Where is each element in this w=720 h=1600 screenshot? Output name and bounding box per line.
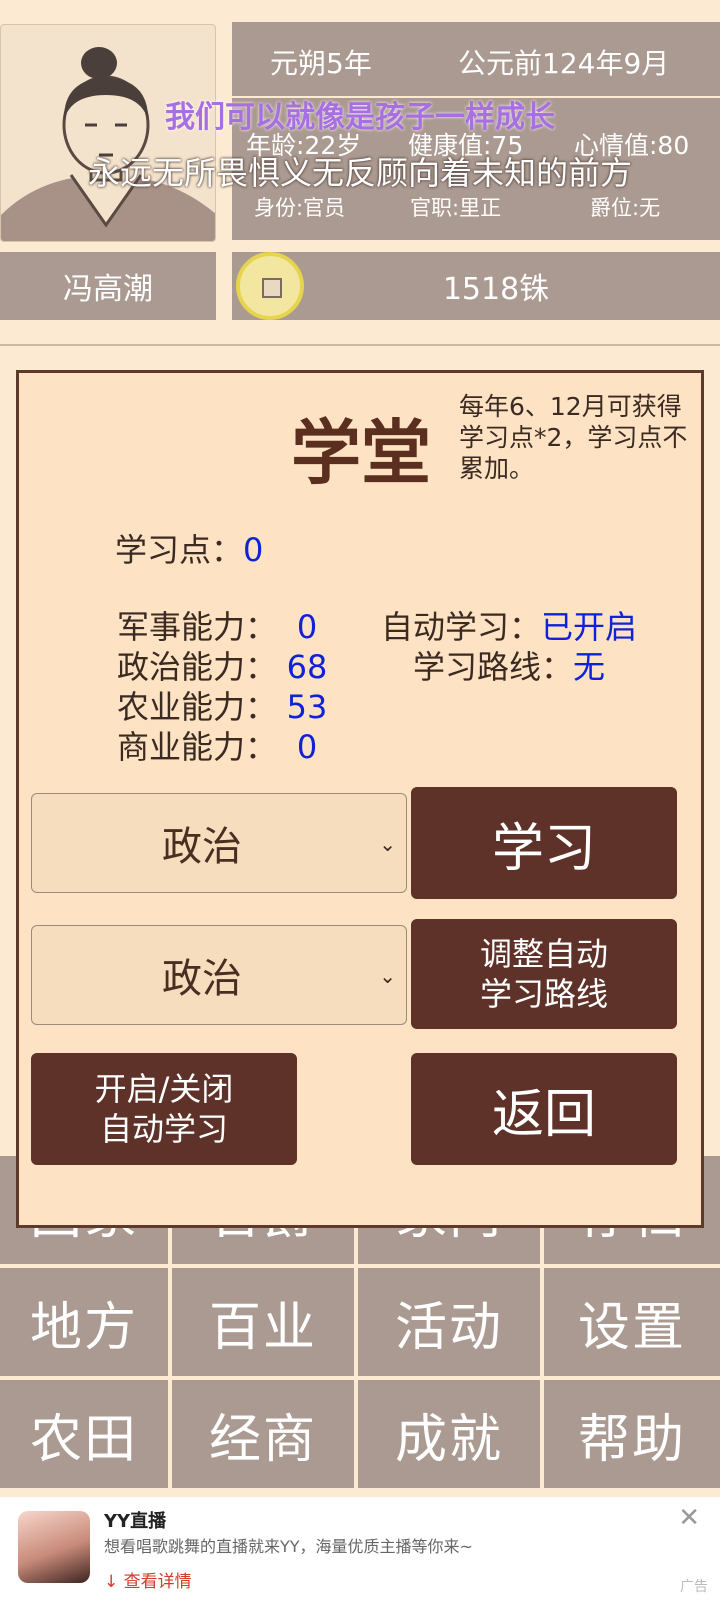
chevron-down-icon: ⌄ bbox=[379, 832, 396, 856]
button-label-line: 自动学习 bbox=[99, 1110, 228, 1148]
lyric-line-2: 永远无所畏惧义无反顾向着未知的前方 bbox=[87, 154, 632, 192]
auto-study-label: 自动学习： bbox=[381, 608, 542, 646]
menu-button[interactable]: 地方 bbox=[0, 1268, 168, 1376]
close-icon[interactable]: ✕ bbox=[678, 1503, 700, 1533]
route-row: 学习路线：无 bbox=[381, 647, 637, 687]
stat-military: 军事能力： 0 bbox=[87, 607, 337, 647]
ad-title: YY直播 bbox=[104, 1511, 167, 1532]
menu-button[interactable]: 农田 bbox=[0, 1380, 168, 1488]
back-button[interactable]: 返回 bbox=[411, 1053, 677, 1165]
stat-label: 农业能力： bbox=[116, 688, 277, 726]
money-text: 1518铢 bbox=[442, 272, 550, 307]
stat-value: 0 bbox=[296, 728, 318, 766]
ad-text: 想看唱歌跳舞的直播就来YY，海量优质主播等你来~ bbox=[104, 1537, 473, 1556]
toggle-auto-study-button[interactable]: 开启/关闭 自动学习 bbox=[31, 1053, 297, 1165]
select-value: 政治 bbox=[162, 956, 242, 1002]
select-value: 政治 bbox=[162, 824, 242, 870]
stat-commerce: 商业能力： 0 bbox=[87, 727, 337, 767]
menu-button-label: 设置 bbox=[577, 1297, 686, 1358]
ad-link-label: 查看详情 bbox=[123, 1572, 192, 1592]
menu-button[interactable]: 百业 bbox=[172, 1268, 354, 1376]
study-points-label: 学习点： bbox=[115, 531, 244, 569]
stat-agriculture: 农业能力： 53 bbox=[87, 687, 337, 727]
date-text: 公元前124年9月 bbox=[458, 47, 670, 80]
menu-button[interactable]: 活动 bbox=[358, 1268, 540, 1376]
menu-button-label: 经商 bbox=[208, 1409, 317, 1470]
ad-tag: 广告 bbox=[680, 1579, 708, 1595]
adjust-route-button[interactable]: 调整自动 学习路线 bbox=[411, 919, 677, 1029]
era-text: 元朔5年 bbox=[270, 47, 372, 80]
stat-value: 0 bbox=[296, 608, 318, 646]
menu-button-label: 地方 bbox=[29, 1297, 138, 1358]
dialog-description: 每年6、12月可获得学习点*2，学习点不累加。 bbox=[459, 392, 688, 483]
auto-study-info: 自动学习：已开启 学习路线：无 bbox=[381, 607, 637, 687]
study-subject-select[interactable]: 政治 ⌄ bbox=[31, 793, 407, 893]
menu-button[interactable]: 经商 bbox=[172, 1380, 354, 1488]
menu-button-label: 农田 bbox=[29, 1409, 138, 1470]
ability-stats: 军事能力： 0 政治能力： 68 农业能力： 53 商业能力： 0 bbox=[87, 607, 337, 767]
school-dialog: 学堂 每年6、12月可获得学习点*2，学习点不累加。 学习点：0 军事能力： 0 … bbox=[16, 370, 704, 1228]
route-label: 学习路线： bbox=[413, 648, 574, 686]
button-label-line: 学习路线 bbox=[479, 975, 608, 1013]
button-label-line: 调整自动 bbox=[479, 935, 608, 973]
button-label-line: 开启/关闭 bbox=[94, 1070, 234, 1108]
stat-label: 政治能力： bbox=[116, 648, 277, 686]
menu-button-label: 帮助 bbox=[577, 1409, 686, 1470]
header-divider bbox=[0, 344, 720, 346]
chevron-down-icon: ⌄ bbox=[379, 964, 396, 988]
stat-value: 53 bbox=[286, 688, 328, 726]
menu-button-label: 百业 bbox=[208, 1297, 317, 1358]
stat-politics: 政治能力： 68 bbox=[87, 647, 337, 687]
ad-thumbnail bbox=[18, 1511, 90, 1583]
stat-label: 商业能力： bbox=[116, 728, 277, 766]
office-text: 官职:里正 bbox=[410, 196, 502, 220]
menu-button[interactable]: 成就 bbox=[358, 1380, 540, 1488]
identity-text: 身份:官员 bbox=[254, 196, 346, 220]
stat-value: 68 bbox=[286, 648, 328, 686]
route-value: 无 bbox=[573, 648, 606, 686]
study-button[interactable]: 学习 bbox=[411, 787, 677, 899]
menu-button[interactable]: 帮助 bbox=[544, 1380, 720, 1488]
menu-button-label: 成就 bbox=[394, 1409, 503, 1470]
arrow-down-icon: ↓ bbox=[104, 1572, 124, 1592]
dialog-title: 学堂 bbox=[291, 412, 431, 494]
stat-label: 军事能力： bbox=[116, 608, 277, 646]
study-points-value: 0 bbox=[243, 531, 264, 569]
ad-details-link[interactable]: ↓ 查看详情 bbox=[104, 1567, 192, 1592]
menu-button-label: 活动 bbox=[394, 1297, 503, 1358]
money-display: 1518铢 bbox=[232, 252, 720, 320]
auto-study-row: 自动学习：已开启 bbox=[381, 607, 637, 647]
lyric-line-1: 我们可以就像是孩子一样成长 bbox=[165, 100, 555, 135]
character-name: 冯高潮 bbox=[0, 252, 216, 320]
rank-text: 爵位:无 bbox=[590, 196, 661, 220]
auto-route-select[interactable]: 政治 ⌄ bbox=[31, 925, 407, 1025]
coin-icon bbox=[236, 252, 304, 320]
study-points-row: 学习点：0 bbox=[115, 525, 263, 571]
menu-button[interactable]: 设置 bbox=[544, 1268, 720, 1376]
auto-study-value: 已开启 bbox=[541, 608, 638, 646]
ad-banner[interactable]: YY直播 想看唱歌跳舞的直播就来YY，海量优质主播等你来~ ↓ 查看详情 ✕ 广… bbox=[0, 1497, 720, 1600]
